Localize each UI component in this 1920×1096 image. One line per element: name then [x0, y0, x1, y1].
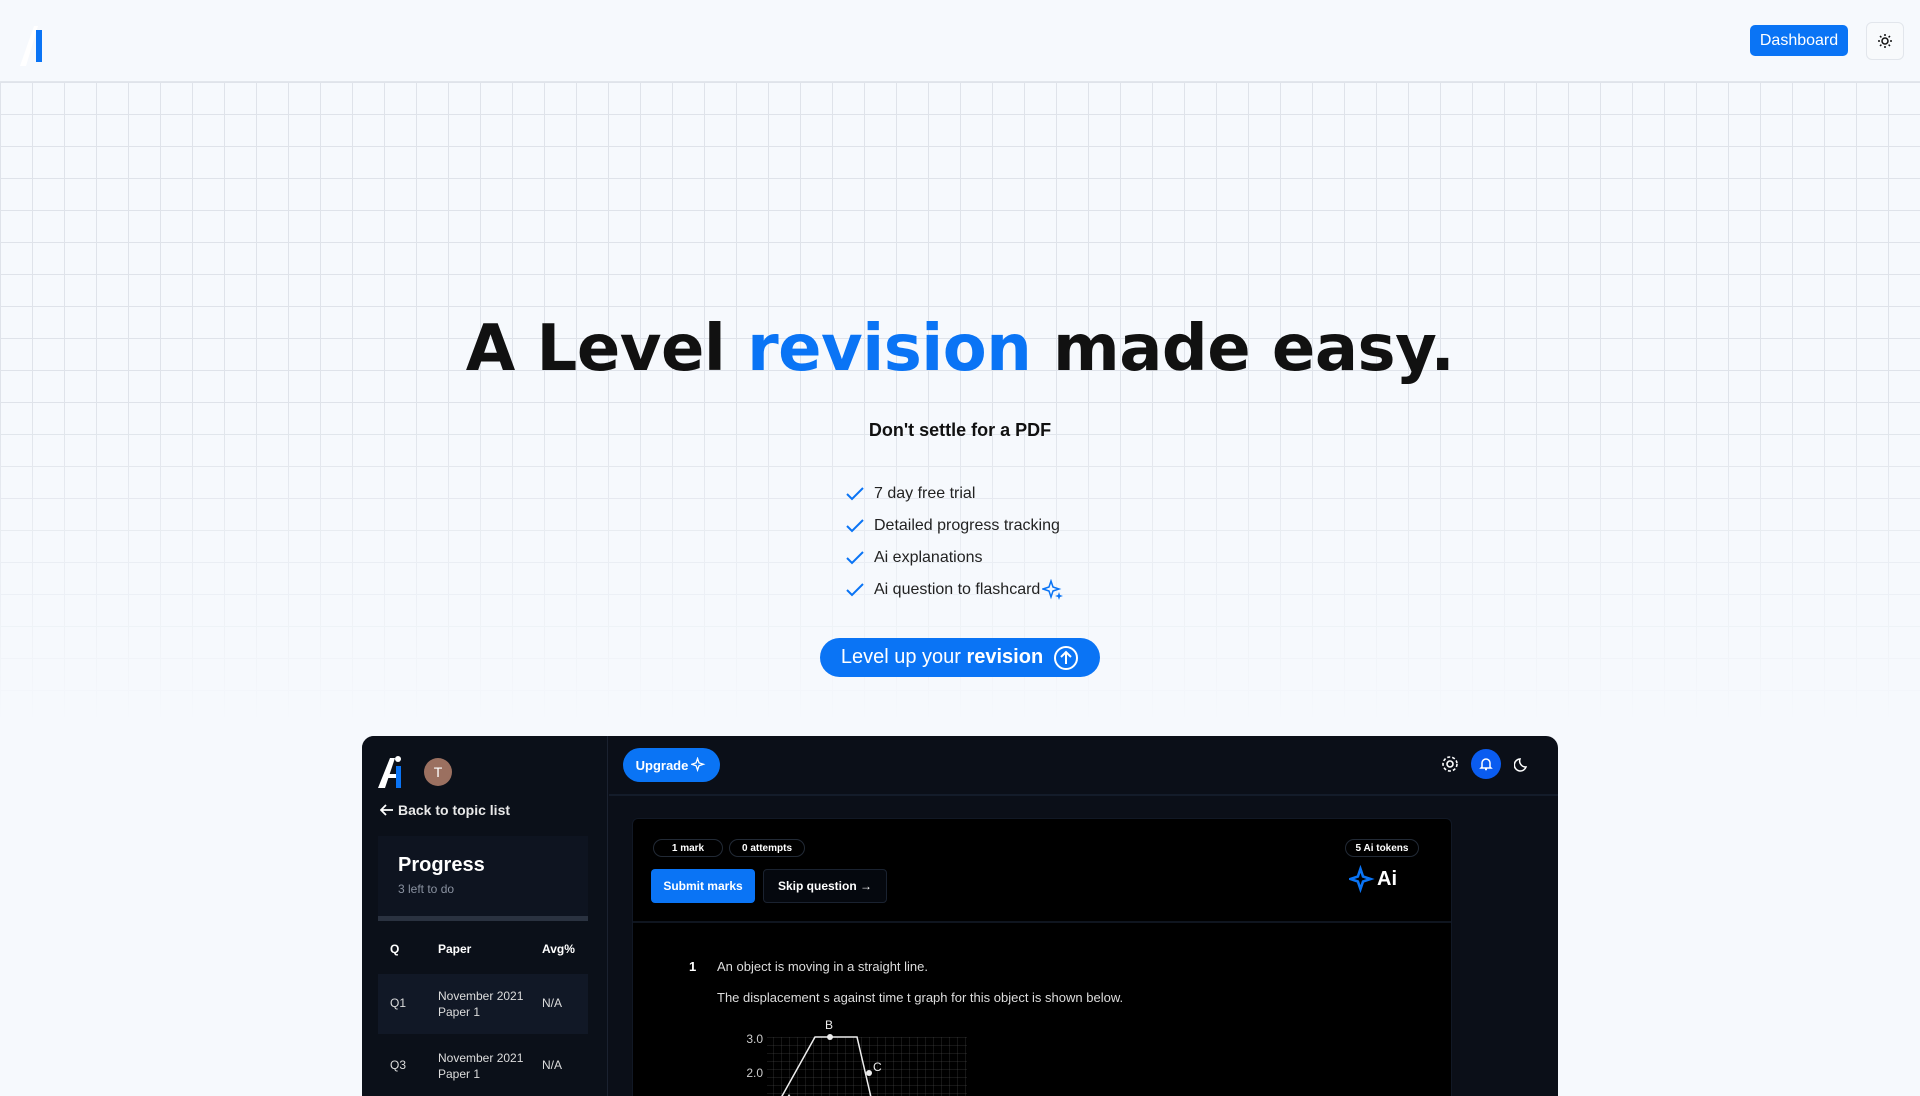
feature-list: 7 day free trial Detailed progress track…: [846, 478, 1074, 606]
gear-icon: [1442, 756, 1458, 772]
back-to-topic-list-link[interactable]: Back to topic list: [380, 802, 510, 818]
question-card: 1 mark 0 attempts 5 Ai tokens Submit mar…: [632, 818, 1452, 1096]
hero-subtitle: Don't settle for a PDF: [868, 420, 1052, 440]
question-number: 1: [689, 959, 697, 974]
bell-icon: [1479, 758, 1493, 771]
question-text: An object is moving in a straight line.: [717, 959, 928, 974]
sidebar: T Back to topic list Progress 3 left to d…: [362, 736, 608, 1096]
feature-item: Ai explanations: [846, 542, 1074, 574]
submit-marks-button[interactable]: Submit marks: [651, 869, 755, 903]
table-row[interactable]: Q1 November 2021 Paper 1 N/A: [378, 974, 588, 1034]
dark-mode-button[interactable]: [1507, 748, 1537, 780]
sparkle-icon: [691, 757, 706, 773]
feature-item: Ai question to flashcard: [846, 574, 1074, 606]
feature-item: Detailed progress tracking: [846, 510, 1074, 542]
avatar[interactable]: T: [424, 758, 452, 786]
dashboard-button[interactable]: Dashboard: [1750, 25, 1848, 56]
notifications-button[interactable]: [1471, 749, 1501, 779]
arrow-left-icon: [380, 804, 393, 816]
table-row[interactable]: Q3 November 2021 Paper 1 N/A: [378, 1034, 588, 1094]
attempts-pill: 0 attempts: [729, 839, 805, 857]
feature-item: 7 day free trial: [846, 478, 1074, 510]
level-up-button[interactable]: Level up your revision: [820, 638, 1100, 677]
sparkle-icon: [1349, 865, 1375, 893]
ai-button[interactable]: Ai: [1349, 865, 1397, 893]
question-text: The displacement s against time t graph …: [717, 990, 1124, 1005]
sun-icon: [1878, 34, 1892, 48]
ai-tokens-pill: 5 Ai tokens: [1345, 839, 1419, 857]
header: Dashboard: [0, 0, 1920, 82]
check-icon: [846, 583, 864, 597]
logo[interactable]: [20, 26, 54, 66]
tick-label: 3.0: [746, 1032, 763, 1046]
arrow-up-circle-icon: [1054, 645, 1079, 670]
hero-title: A Level revision made easy.: [465, 312, 1455, 386]
sparkle-icon: [1042, 579, 1064, 600]
check-icon: [846, 551, 864, 565]
skip-question-button[interactable]: Skip question →: [763, 869, 887, 903]
check-icon: [846, 487, 864, 501]
moon-icon: [1514, 758, 1528, 772]
app-topbar: Upgrade: [609, 736, 1558, 796]
progress-bar: [378, 916, 588, 921]
tick-label: 2.0: [746, 1066, 763, 1080]
background-grid: [0, 82, 1920, 722]
theme-toggle-button[interactable]: [1866, 22, 1904, 60]
upgrade-button[interactable]: Upgrade: [623, 748, 720, 782]
displacement-graph: 3.0 2.0 B C A: [746, 1018, 967, 1096]
point-label: A: [785, 1092, 793, 1096]
marks-pill: 1 mark: [653, 839, 723, 857]
app-logo: [378, 756, 401, 788]
point-label: C: [873, 1060, 882, 1074]
divider: [633, 921, 1451, 923]
settings-button[interactable]: [1435, 748, 1465, 780]
check-icon: [846, 519, 864, 533]
progress-panel: Progress 3 left to do: [378, 836, 588, 916]
app-preview: T Back to topic list Progress 3 left to d…: [362, 736, 1558, 1096]
point-label: B: [825, 1018, 833, 1032]
